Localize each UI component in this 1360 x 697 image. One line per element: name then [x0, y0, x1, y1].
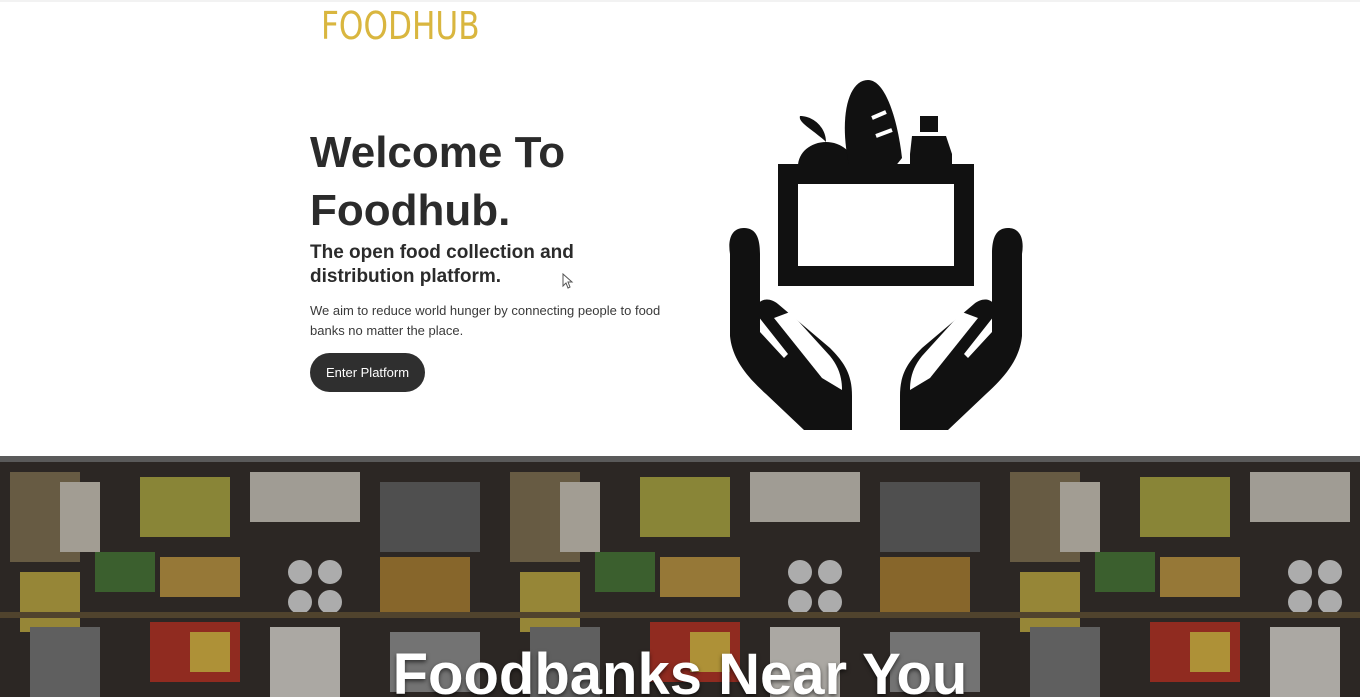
mouse-cursor-icon — [562, 273, 574, 289]
foodbanks-near-you-heading: Foodbanks Near You — [392, 642, 968, 697]
enter-platform-button[interactable]: Enter Platform — [310, 353, 425, 392]
top-border — [0, 0, 1360, 2]
landing-page: FOODHUB Welcome To Foodhub. The open foo… — [0, 0, 1360, 697]
hero-description: We aim to reduce world hunger by connect… — [310, 303, 661, 338]
hands-holding-food-box-icon — [729, 80, 1023, 430]
foodhub-logo[interactable]: FOODHUB — [321, 2, 480, 50]
hero-title: Welcome To Foodhub. — [310, 128, 566, 235]
hero-subtitle: The open food collection and distributio… — [310, 242, 574, 287]
